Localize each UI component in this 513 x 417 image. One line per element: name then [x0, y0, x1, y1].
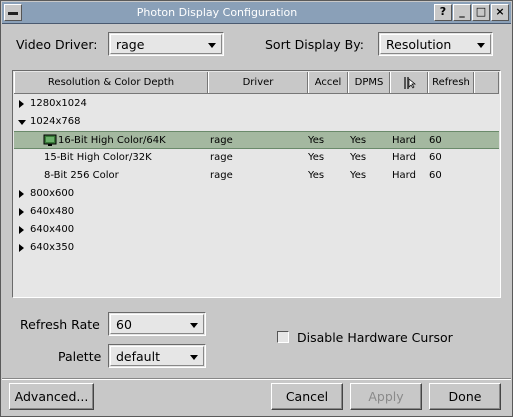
resolution-label: 640x480	[30, 206, 75, 217]
dpms-cell: Yes	[350, 170, 367, 181]
refresh-rate-label: Refresh Rate	[20, 317, 100, 332]
window-title: Photon Display Configuration	[136, 6, 298, 19]
monitor-icon	[43, 134, 57, 146]
dropdown-arrow-icon	[190, 323, 198, 328]
driver-cell: rage	[210, 152, 233, 163]
accel-cell: Yes	[308, 170, 325, 181]
hw-cursor-cell: Hard	[392, 170, 416, 181]
accel-cell: Yes	[308, 152, 325, 163]
apply-button[interactable]: Apply	[350, 383, 422, 410]
color-depth-row[interactable]: 16-Bit High Color/64K rage Yes Yes Hard 60	[14, 131, 499, 149]
resolution-group-row[interactable]: 640x400	[14, 221, 499, 239]
collapsed-triangle-icon[interactable]	[19, 226, 24, 234]
disable-hw-cursor-checkbox[interactable]	[277, 331, 289, 343]
color-depth-row[interactable]: 8-Bit 256 Color rage Yes Yes Hard 60	[14, 167, 499, 185]
color-depth-row[interactable]: 15-Bit High Color/32K rage Yes Yes Hard 60	[14, 149, 499, 167]
collapsed-triangle-icon[interactable]	[19, 244, 24, 252]
video-driver-value: rage	[116, 37, 145, 52]
dropdown-arrow-icon	[190, 355, 198, 360]
accel-cell: Yes	[308, 135, 325, 146]
dropdown-arrow-icon	[477, 43, 485, 48]
sort-display-value: Resolution	[386, 37, 452, 52]
column-header-hw-cursor[interactable]	[390, 72, 428, 93]
expanded-triangle-icon[interactable]	[18, 120, 26, 125]
collapsed-triangle-icon[interactable]	[19, 190, 24, 198]
hw-cursor-cell: Hard	[392, 135, 416, 146]
cancel-button[interactable]: Cancel	[271, 383, 343, 410]
column-header-resolution[interactable]: Resolution & Color Depth	[14, 72, 208, 93]
refresh-cell: 60	[429, 152, 442, 163]
footer-divider	[2, 378, 511, 380]
dpms-cell: Yes	[350, 135, 367, 146]
palette-select[interactable]: default	[108, 344, 206, 368]
refresh-rate-value: 60	[116, 317, 132, 332]
resolution-label: 1024x768	[30, 116, 81, 127]
resolution-label: 1280x1024	[30, 98, 87, 109]
mode-label: 16-Bit High Color/64K	[58, 135, 166, 146]
sort-display-select[interactable]: Resolution	[378, 32, 493, 56]
driver-cell: rage	[210, 135, 233, 146]
window: Photon Display Configuration ? _ □ × Vid…	[0, 0, 513, 417]
mode-label: 8-Bit 256 Color	[44, 170, 119, 181]
column-header-dpms[interactable]: DPMS	[348, 72, 390, 93]
help-button[interactable]: ?	[434, 4, 452, 21]
video-driver-label: Video Driver:	[16, 37, 98, 52]
disable-hw-cursor-label[interactable]: Disable Hardware Cursor	[297, 330, 453, 345]
resolution-group-row[interactable]: 800x600	[14, 185, 499, 203]
refresh-rate-select[interactable]: 60	[108, 312, 206, 336]
resolution-label: 640x350	[30, 242, 75, 253]
cursor-column-icon	[404, 77, 416, 89]
refresh-cell: 60	[429, 135, 442, 146]
refresh-cell: 60	[429, 170, 442, 181]
dropdown-arrow-icon	[208, 43, 216, 48]
hw-cursor-cell: Hard	[392, 152, 416, 163]
dpms-cell: Yes	[350, 152, 367, 163]
column-header-refresh[interactable]: Refresh	[428, 72, 474, 93]
resolution-label: 800x600	[30, 188, 75, 199]
resolution-group-row[interactable]: 1280x1024	[14, 95, 499, 113]
done-button[interactable]: Done	[429, 383, 501, 410]
maximize-button[interactable]: □	[472, 4, 490, 21]
palette-label: Palette	[58, 349, 102, 364]
resolution-group-row[interactable]: 640x480	[14, 203, 499, 221]
palette-value: default	[116, 349, 160, 364]
resolution-group-row[interactable]: 640x350	[14, 239, 499, 257]
display-modes-table[interactable]: Resolution & Color Depth Driver Accel DP…	[12, 70, 501, 298]
column-header-accel[interactable]: Accel	[308, 72, 348, 93]
table-header: Resolution & Color Depth Driver Accel DP…	[14, 72, 499, 94]
resolution-label: 640x400	[30, 224, 75, 235]
title-bar[interactable]: Photon Display Configuration ? _ □ ×	[2, 2, 511, 24]
column-header-filler	[474, 72, 499, 93]
mode-label: 15-Bit High Color/32K	[44, 152, 152, 163]
driver-cell: rage	[210, 170, 233, 181]
sort-display-label: Sort Display By:	[265, 37, 364, 52]
minimize-button[interactable]: _	[453, 4, 471, 21]
close-button[interactable]: ×	[491, 4, 509, 21]
resolution-group-row[interactable]: 1024x768	[14, 113, 499, 131]
collapsed-triangle-icon[interactable]	[19, 208, 24, 216]
column-header-driver[interactable]: Driver	[208, 72, 308, 93]
advanced-button[interactable]: Advanced...	[9, 383, 94, 410]
video-driver-select[interactable]: rage	[108, 32, 224, 56]
collapsed-triangle-icon[interactable]	[19, 100, 24, 108]
